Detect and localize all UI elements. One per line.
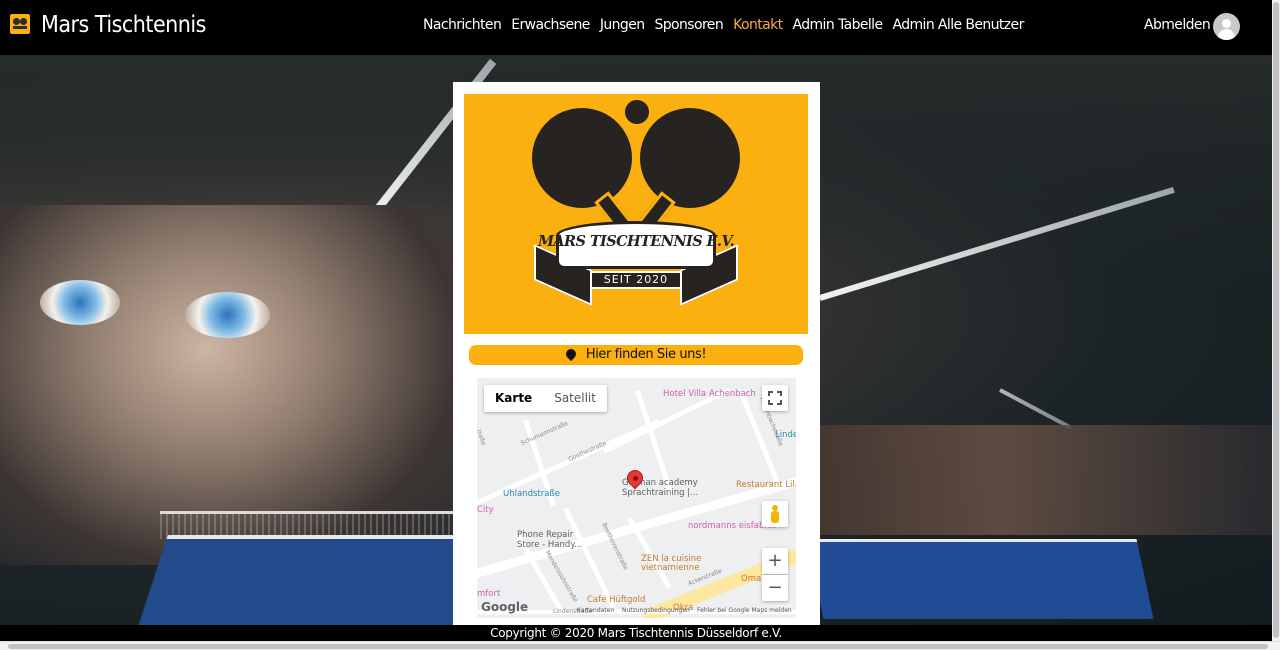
map-label-restaurant[interactable]: Restaurant Lila	[736, 480, 796, 490]
find-us-heading: Hier finden Sie uns!	[469, 345, 803, 365]
map-label-city: City	[477, 505, 494, 515]
map-label-oma: Oma	[741, 574, 762, 584]
footer-copyright: Copyright © 2020 Mars Tischtennis Düssel…	[0, 625, 1272, 641]
paddle-left	[532, 108, 632, 208]
street-label: traße	[477, 428, 488, 447]
nav-link-sponsoren[interactable]: Sponsoren	[654, 17, 723, 33]
horizontal-scrollbar[interactable]	[0, 641, 1280, 650]
map-terms-link[interactable]: Nutzungsbedingungen	[622, 607, 690, 614]
nav-link-jungen[interactable]: Jungen	[600, 17, 645, 33]
pegman-icon[interactable]	[762, 501, 788, 527]
avatar-icon[interactable]	[1213, 13, 1240, 40]
poster-since: SEIT 2020	[590, 271, 682, 289]
map-label-cafe[interactable]: Cafe Hüftgold	[587, 595, 645, 605]
nav-links: Nachrichten Erwachsene Jungen Sponsoren …	[423, 17, 1024, 33]
nav-link-erwachsene[interactable]: Erwachsene	[511, 17, 590, 33]
map-label-phone-repair[interactable]: Phone Repair	[517, 530, 573, 540]
map-label-zen2: vietnamienne	[641, 563, 700, 573]
club-banner: MARS TISCHTENNIS E.V. SEIT 2020	[534, 221, 738, 306]
map-label-hotel[interactable]: Hotel Villa Achenbach	[663, 389, 756, 399]
find-us-label: Hier finden Sie uns!	[585, 347, 707, 362]
zoom-out-button[interactable]: −	[762, 575, 788, 601]
ball-icon	[622, 97, 652, 127]
map-pin-icon	[563, 346, 578, 362]
logout-link[interactable]: Abmelden	[1144, 17, 1211, 33]
map-type-satellit[interactable]: Satellit	[543, 385, 607, 412]
nav-link-admin-tabelle[interactable]: Admin Tabelle	[792, 17, 883, 33]
fullscreen-icon[interactable]	[762, 385, 788, 411]
map-label-academy2: Sprachtraining |...	[622, 488, 699, 498]
club-logo-poster: MARS TISCHTENNIS E.V. SEIT 2020	[464, 94, 808, 334]
vertical-scrollbar[interactable]	[1272, 0, 1280, 641]
navbar: Mars Tischtennis Nachrichten Erwachsene …	[0, 0, 1272, 55]
contact-card: MARS TISCHTENNIS E.V. SEIT 2020 Hier fin…	[453, 82, 820, 625]
paddle-right	[640, 108, 740, 208]
zoom-in-button[interactable]: +	[762, 548, 788, 574]
map-data-link[interactable]: Kartendaten	[577, 607, 614, 614]
map-type-control: Karte Satellit	[484, 385, 607, 412]
map-label-comfort: mfort	[477, 589, 501, 599]
nav-link-admin-alle-benutzer[interactable]: Admin Alle Benutzer	[892, 17, 1024, 33]
google-logo[interactable]: Google	[481, 600, 528, 614]
map-report-link[interactable]: Fehler bei Google Maps melden	[697, 607, 792, 614]
street-label: Goethestraße	[567, 439, 608, 464]
map-type-karte[interactable]: Karte	[484, 385, 543, 412]
logo-icon[interactable]	[10, 14, 30, 34]
google-map[interactable]: Hotel Villa Achenbach Linde German acade…	[477, 378, 796, 618]
map-label-uhlandstrasse[interactable]: Uhlandstraße	[503, 489, 560, 499]
poster-title: MARS TISCHTENNIS E.V.	[537, 233, 735, 250]
brand-name[interactable]: Mars Tischtennis	[41, 12, 206, 38]
nav-link-kontakt[interactable]: Kontakt	[733, 17, 783, 33]
nav-link-nachrichten[interactable]: Nachrichten	[423, 17, 502, 33]
